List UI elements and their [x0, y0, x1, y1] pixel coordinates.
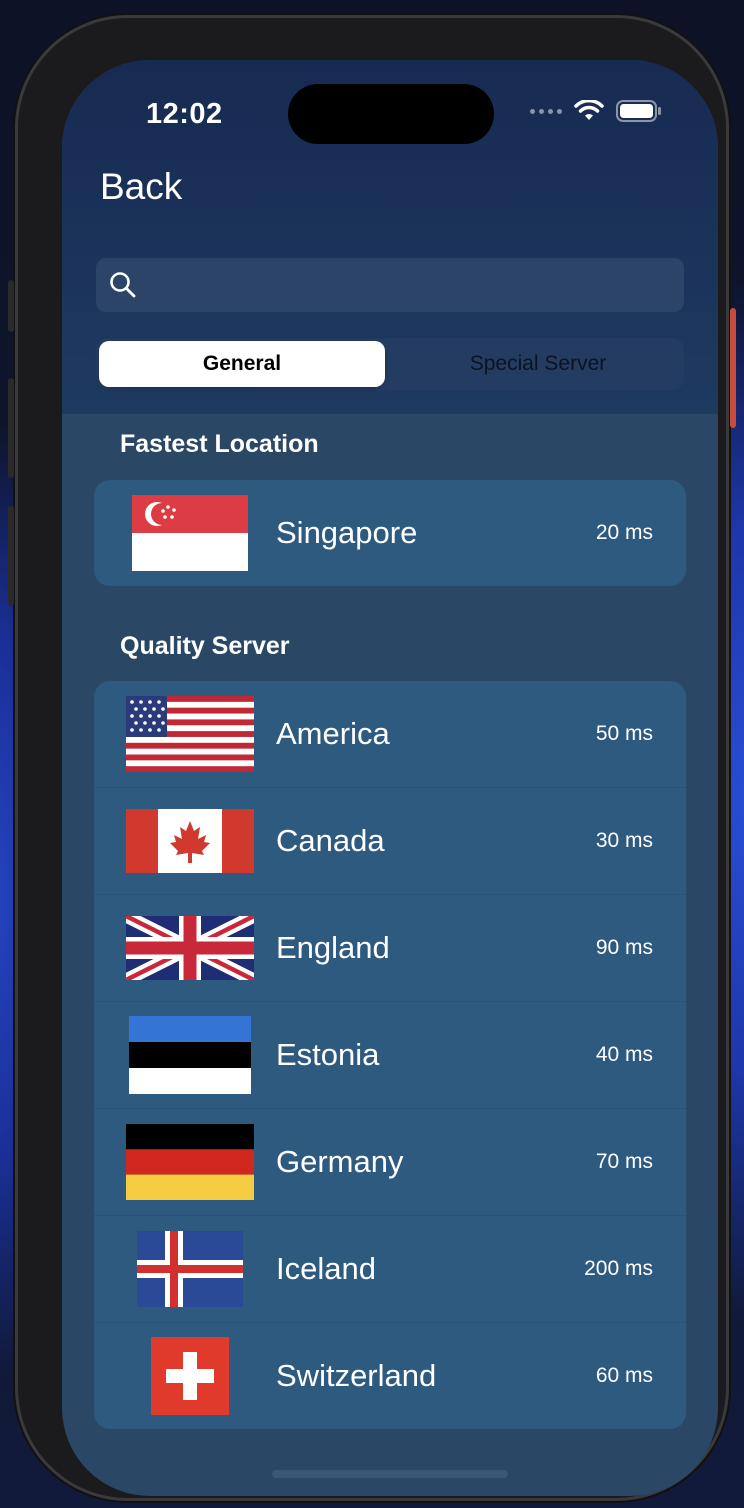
server-type-segmented-control: General Special Server: [96, 338, 684, 390]
server-row-america[interactable]: America 50 ms: [94, 681, 686, 788]
dynamic-island: [288, 84, 494, 144]
singapore-flag-icon: [132, 495, 248, 571]
latency-value: 40 ms: [595, 1043, 653, 1066]
country-name: England: [276, 930, 390, 965]
home-indicator[interactable]: [272, 1470, 508, 1478]
battery-icon: [616, 100, 661, 122]
action-button: [8, 280, 14, 332]
server-row-singapore[interactable]: Singapore 20 ms: [94, 480, 686, 586]
header-area: 12:02 Back General Special Server: [62, 60, 718, 414]
quality-server-heading: Quality Server: [120, 632, 290, 660]
country-name: Iceland: [276, 1251, 376, 1286]
volume-up-button: [8, 378, 14, 478]
search-bar[interactable]: [96, 258, 684, 314]
fastest-location-card: Singapore 20 ms: [94, 480, 686, 586]
canada-flag-icon: [126, 809, 254, 873]
switzerland-flag-icon: [151, 1337, 229, 1415]
back-button[interactable]: Back: [100, 166, 182, 208]
latency-value: 20 ms: [595, 521, 653, 544]
country-name: Canada: [276, 823, 385, 858]
volume-down-button: [8, 506, 14, 606]
search-input[interactable]: [148, 258, 672, 314]
country-name: Germany: [276, 1144, 404, 1179]
iceland-flag-icon: [137, 1231, 243, 1307]
server-row-germany[interactable]: Germany 70 ms: [94, 1109, 686, 1216]
tab-special-server[interactable]: Special Server: [395, 341, 681, 387]
latency-value: 70 ms: [595, 1150, 653, 1173]
country-name: America: [276, 716, 390, 751]
server-row-iceland[interactable]: Iceland 200 ms: [94, 1216, 686, 1323]
tab-general[interactable]: General: [99, 341, 385, 387]
estonia-flag-icon: [129, 1016, 251, 1094]
country-name: Estonia: [276, 1037, 380, 1072]
quality-server-card: America 50 ms Canada 30 ms England 90 ms…: [94, 681, 686, 1429]
latency-value: 30 ms: [595, 829, 653, 852]
server-row-canada[interactable]: Canada 30 ms: [94, 788, 686, 895]
country-name: Singapore: [276, 515, 418, 550]
phone-frame: 12:02 Back General Special Server Fastes…: [8, 18, 736, 1498]
latency-value: 90 ms: [595, 936, 653, 959]
latency-value: 50 ms: [595, 722, 653, 745]
cellular-signal-icon: [530, 108, 562, 114]
app-screen: 12:02 Back General Special Server Fastes…: [62, 60, 718, 1496]
server-row-estonia[interactable]: Estonia 40 ms: [94, 1002, 686, 1109]
status-icons: [530, 100, 662, 122]
usa-flag-icon: [126, 696, 254, 772]
wifi-icon: [574, 100, 604, 120]
fastest-location-heading: Fastest Location: [120, 430, 319, 458]
server-row-england[interactable]: England 90 ms: [94, 895, 686, 1002]
uk-flag-icon: [126, 916, 254, 980]
latency-value: 60 ms: [595, 1364, 653, 1387]
server-row-switzerland[interactable]: Switzerland 60 ms: [94, 1323, 686, 1429]
search-icon: [110, 272, 136, 298]
status-time: 12:02: [146, 98, 223, 130]
country-name: Switzerland: [276, 1358, 437, 1393]
latency-value: 200 ms: [584, 1257, 653, 1280]
germany-flag-icon: [126, 1124, 254, 1200]
power-button: [730, 308, 736, 428]
